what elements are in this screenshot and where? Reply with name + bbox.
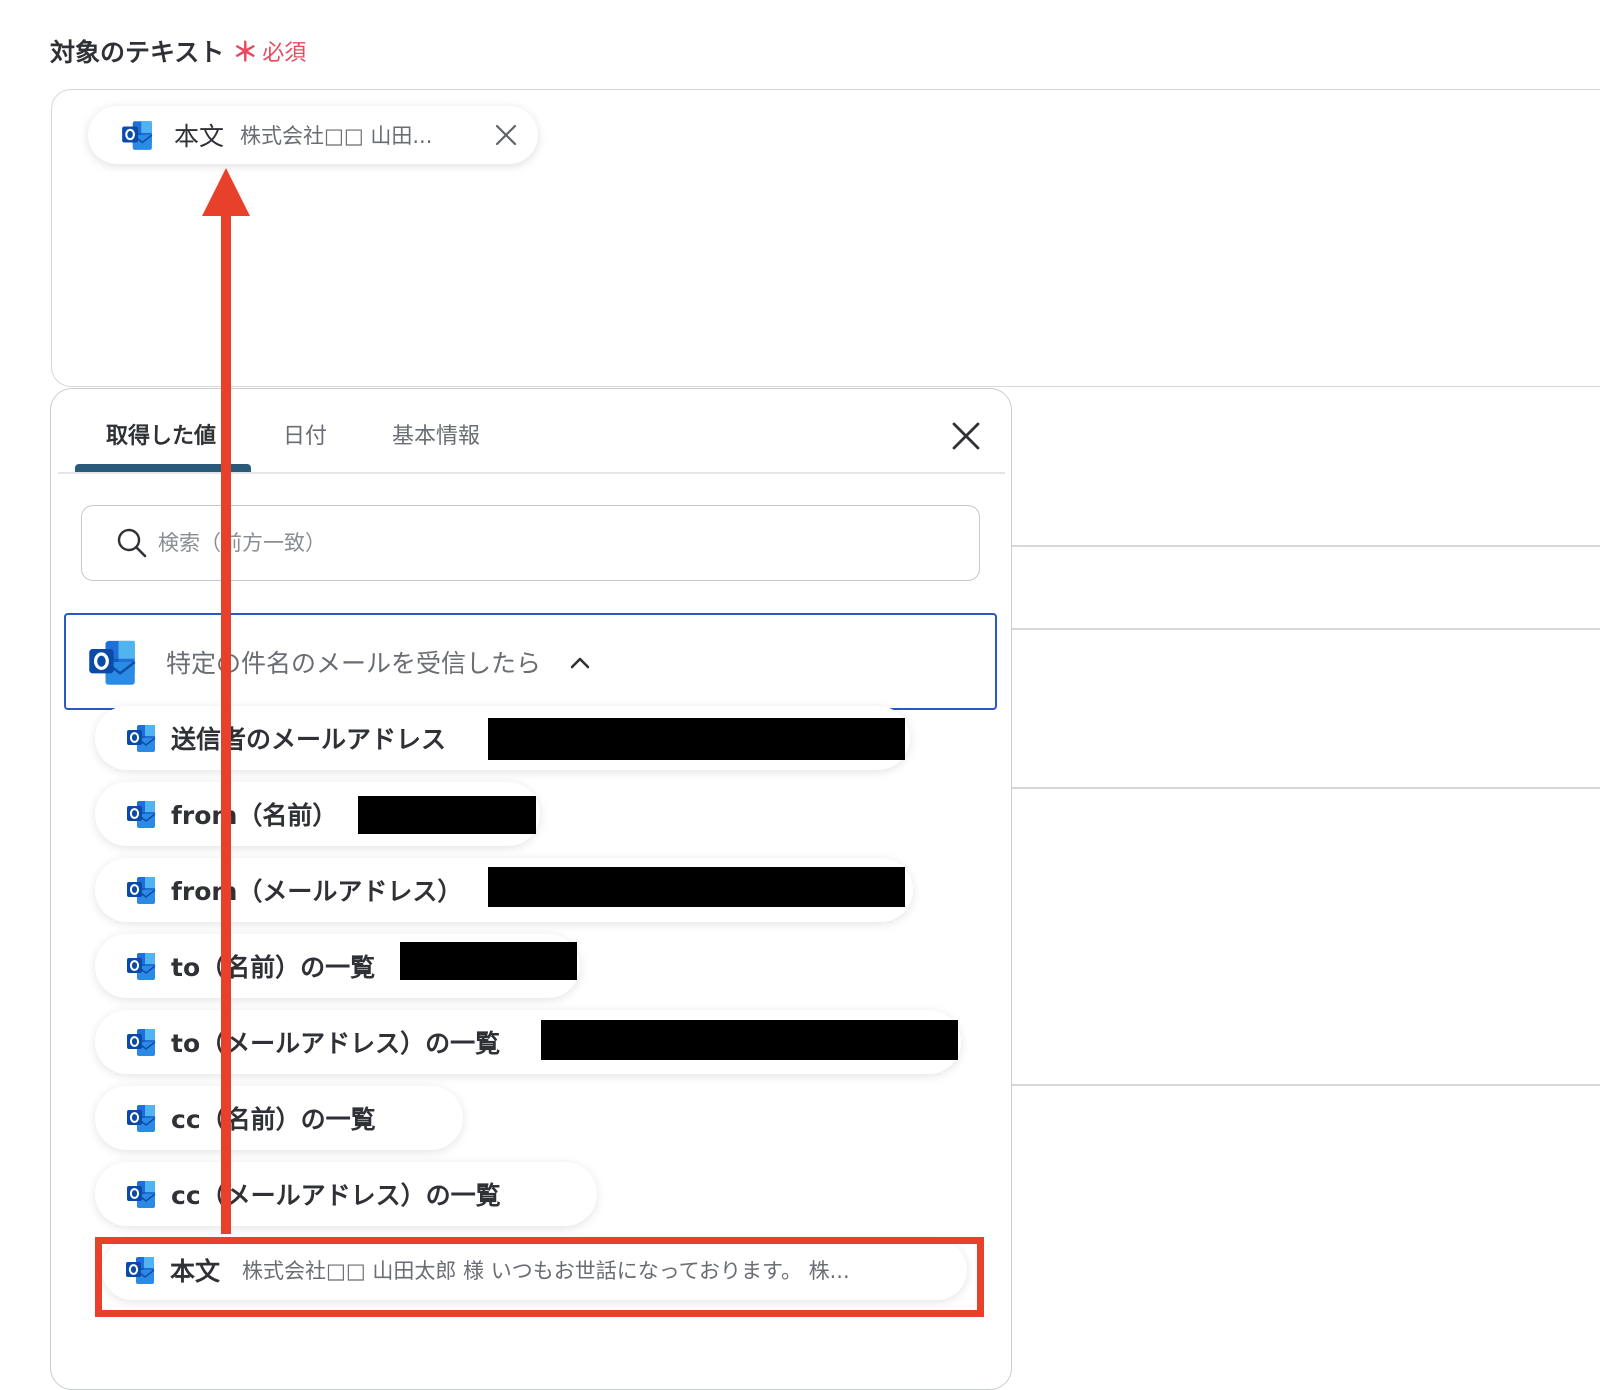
field-label: 対象のテキスト ＊ 必須 <box>50 32 306 69</box>
tab-basic-info[interactable]: 基本情報 <box>392 418 480 450</box>
outlook-icon <box>125 874 157 906</box>
outlook-icon <box>125 1026 157 1058</box>
redacted-value <box>541 1020 958 1060</box>
redacted-value <box>488 867 905 907</box>
field-label-text: 対象のテキスト <box>50 37 225 67</box>
list-item-cc-name-list[interactable]: cc（名前）の一覧 <box>95 1086 463 1150</box>
chip-preview: 株式会社□□ 山田... <box>240 124 433 148</box>
search-icon <box>117 528 147 558</box>
outlook-icon <box>125 1178 157 1210</box>
outlook-icon <box>125 950 157 982</box>
required-mark: ＊ <box>232 38 259 68</box>
search-input[interactable] <box>156 530 920 556</box>
divider <box>1010 628 1600 630</box>
divider <box>1010 1084 1600 1086</box>
redacted-value <box>488 718 905 760</box>
chevron-up-icon[interactable] <box>569 655 591 669</box>
tab-date[interactable]: 日付 <box>283 418 327 450</box>
close-icon[interactable] <box>494 123 518 147</box>
highlight-annotation-box <box>95 1237 984 1317</box>
selected-variable-chip[interactable]: 本文 株式会社□□ 山田... <box>88 106 538 164</box>
up-arrow-annotation-icon <box>202 168 250 1234</box>
item-label: from（名前） <box>171 801 338 830</box>
outlook-icon <box>120 118 154 152</box>
close-icon[interactable] <box>950 420 982 452</box>
redacted-value <box>400 942 577 980</box>
redacted-value <box>358 796 536 834</box>
divider <box>1010 545 1600 547</box>
required-text: 必須 <box>262 40 307 66</box>
chip-title: 本文 <box>174 122 225 151</box>
outlook-icon <box>125 722 157 754</box>
list-item-cc-address-list[interactable]: cc（メールアドレス）の一覧 <box>95 1162 597 1226</box>
outlook-icon <box>125 1102 157 1134</box>
outlook-icon <box>125 798 157 830</box>
outlook-icon <box>86 636 138 688</box>
divider <box>1010 787 1600 789</box>
